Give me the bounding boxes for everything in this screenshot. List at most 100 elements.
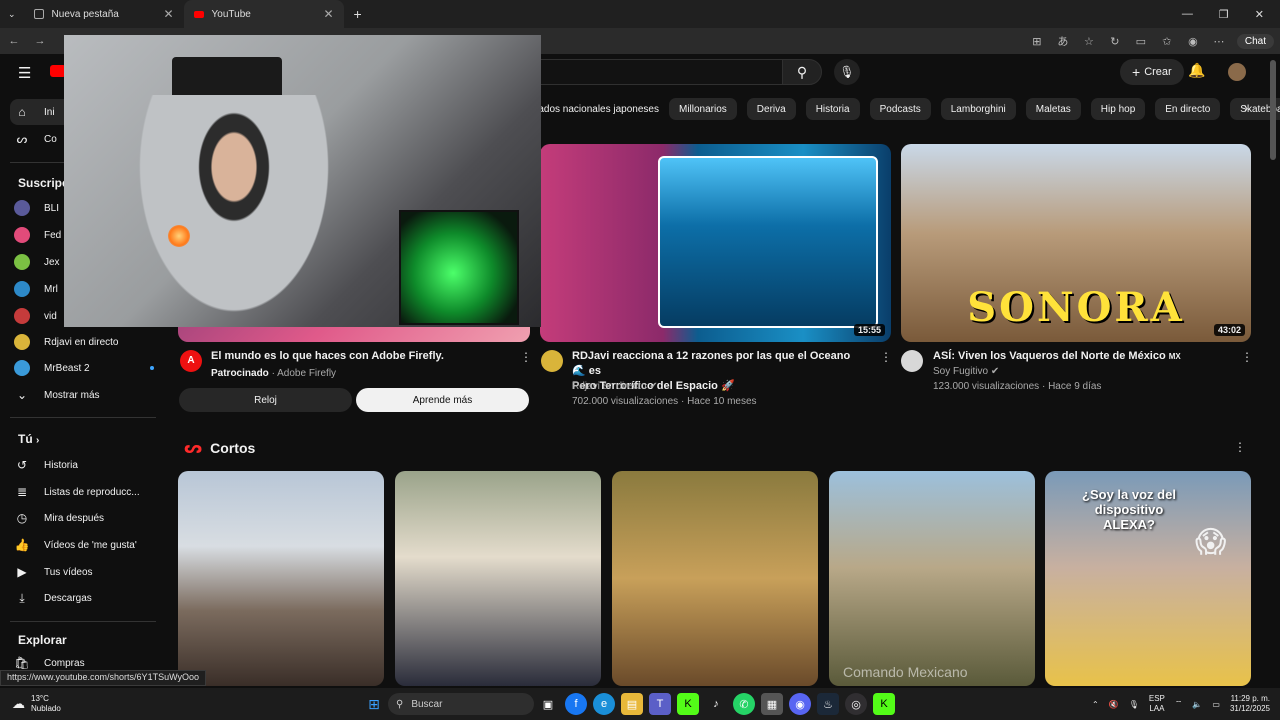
close-window-icon[interactable]: ✕ <box>1255 8 1264 21</box>
sidebar-item-your-videos[interactable]: ▶ Tus vídeos <box>14 559 154 585</box>
edge-icon[interactable]: e <box>593 693 615 715</box>
tiktok-icon[interactable]: ♪ <box>705 693 727 715</box>
taskbar: ☁ 13°C Nublado ⊞ ⚲ Buscar ▣ f e ▤ T K ♪ ✆ … <box>0 688 1280 720</box>
video-thumbnail[interactable]: SONORA 43:02 <box>901 144 1251 342</box>
tab-new-tab[interactable]: Nueva pestaña ✕ <box>24 0 184 28</box>
refresh-icon[interactable]: ↻ <box>1107 35 1123 48</box>
short-thumbnail[interactable] <box>178 471 384 686</box>
battery-icon[interactable]: ▭ <box>1212 700 1220 709</box>
teams-icon[interactable]: T <box>649 693 671 715</box>
more-options-icon[interactable]: ⋮ <box>880 350 892 364</box>
apps-icon[interactable]: ⊞ <box>1029 35 1045 48</box>
weather-widget[interactable]: ☁ 13°C Nublado <box>0 694 360 714</box>
facebook-icon[interactable]: f <box>565 693 587 715</box>
minimize-icon[interactable]: — <box>1182 8 1193 21</box>
adobe-icon: A <box>187 355 195 366</box>
video-title[interactable]: ASÍ: Viven los Vaqueros del Norte de Méx… <box>933 349 1233 364</box>
create-button[interactable]: + Crear <box>1120 59 1184 85</box>
page-scrollbar[interactable] <box>1270 60 1276 160</box>
chip[interactable]: Hip hop <box>1090 98 1146 120</box>
sidebar-item-watch-later[interactable]: ◷ Mira después <box>14 505 154 531</box>
language-indicator[interactable]: ESP LAA <box>1149 694 1165 714</box>
sidebar-item-liked[interactable]: 👍 Vídeos de 'me gusta' <box>14 532 154 558</box>
video-thumbnail[interactable]: 15:55 <box>540 144 891 342</box>
show-more-button[interactable]: ⌄ Mostrar más <box>14 382 154 408</box>
tab-list-button[interactable]: ⌄ <box>0 0 24 28</box>
steam-icon[interactable]: ♨ <box>817 693 839 715</box>
discord-icon[interactable]: ◉ <box>789 693 811 715</box>
taskbar-search[interactable]: ⚲ Buscar <box>388 693 534 715</box>
chip[interactable]: Deriva <box>746 98 796 120</box>
chip[interactable]: Lamborghini <box>940 98 1016 120</box>
chevron-up-icon[interactable]: ⌃ <box>1092 700 1099 709</box>
chip[interactable]: Maletas <box>1025 98 1081 120</box>
back-icon[interactable]: ← <box>6 35 22 47</box>
avatar[interactable] <box>1228 63 1246 81</box>
sidebar-sub-item[interactable]: MrBeast 2 <box>14 355 154 381</box>
new-tab-button[interactable]: + <box>344 0 372 28</box>
translate-icon[interactable]: あ <box>1055 33 1071 49</box>
sidebar-item-label: Tus vídeos <box>44 566 93 578</box>
more-options-icon[interactable]: ⋮ <box>520 350 532 364</box>
file-explorer-icon[interactable]: ▤ <box>621 693 643 715</box>
search-input[interactable] <box>540 59 782 85</box>
sidebar-item-label: Ini <box>44 106 55 118</box>
channel-avatar[interactable] <box>901 350 923 372</box>
chip[interactable]: Podcasts <box>869 98 931 120</box>
kick-icon[interactable]: K <box>677 693 699 715</box>
sidebar-item-playlists[interactable]: ≣ Listas de reproducc... <box>14 479 154 505</box>
chip[interactable]: Historia <box>805 98 860 120</box>
split-screen-icon[interactable]: ▭ <box>1133 35 1149 48</box>
learn-more-button[interactable]: Aprende más <box>356 388 529 412</box>
whatsapp-icon[interactable]: ✆ <box>733 693 755 715</box>
video-title[interactable]: El mundo es lo que haces con Adobe Firef… <box>211 349 511 364</box>
volume-icon[interactable]: 🔈 <box>1192 700 1202 709</box>
microphone-icon[interactable]: 🎙 <box>1129 700 1139 709</box>
chevron-right-icon[interactable]: › <box>1244 101 1248 115</box>
profile-icon[interactable]: ◉ <box>1185 35 1201 48</box>
calculator-icon[interactable]: ▦ <box>761 693 783 715</box>
short-thumbnail[interactable]: ¿Soy la voz del dispositivo ALEXA? 😱 <box>1045 471 1251 686</box>
channel-avatar[interactable] <box>541 350 563 372</box>
maximize-icon[interactable]: ❐ <box>1219 8 1229 21</box>
obs-icon[interactable]: ◎ <box>845 693 867 715</box>
voice-search-button[interactable]: 🎙 <box>834 59 860 85</box>
tab-youtube[interactable]: YouTube ✕ <box>183 0 344 28</box>
kick-app-icon[interactable]: K <box>873 693 895 715</box>
forward-icon[interactable]: → <box>32 35 48 47</box>
search-button[interactable]: ⚲ <box>782 59 822 85</box>
chip[interactable]: En directo <box>1155 98 1221 120</box>
video-channel[interactable]: Rdjavi en directo ✔ <box>572 379 658 394</box>
more-options-icon[interactable]: ⋮ <box>1234 440 1246 454</box>
sidebar-item-history[interactable]: ↺ Historia <box>14 452 154 478</box>
channel-avatar[interactable]: A <box>180 350 202 372</box>
windows-start-icon[interactable]: ⊞ <box>363 693 385 715</box>
mute-icon[interactable]: 🔇 <box>1109 700 1119 709</box>
playlist-icon: ≣ <box>16 485 28 499</box>
close-tab-icon[interactable]: ✕ <box>163 7 173 21</box>
sidebar-sub-item[interactable]: Rdjavi en directo <box>14 329 154 355</box>
wifi-icon[interactable]: ⌔ <box>1175 699 1183 709</box>
you-heading[interactable]: Tú › <box>18 432 39 446</box>
verified-icon: ✔ <box>990 366 1000 377</box>
video-channel[interactable]: Soy Fugitivo ✔ <box>933 364 999 379</box>
favorites-icon[interactable]: ✩ <box>1159 35 1175 48</box>
short-thumbnail[interactable] <box>612 471 818 686</box>
short-thumbnail[interactable]: Comando Mexicano <box>829 471 1035 686</box>
close-tab-icon[interactable]: ✕ <box>323 7 333 21</box>
watch-button[interactable]: Reloj <box>179 388 352 412</box>
task-view-icon[interactable]: ▣ <box>537 693 559 715</box>
menu-icon[interactable]: ☰ <box>18 64 31 82</box>
more-icon[interactable]: ⋯ <box>1211 35 1227 48</box>
clock[interactable]: 11:29 p. m. 31/12/2025 <box>1230 694 1270 714</box>
copilot-chat-button[interactable]: Chat <box>1236 33 1274 49</box>
chip[interactable]: rcados nacionales japoneses <box>530 98 659 120</box>
create-label: Crear <box>1144 66 1172 78</box>
more-options-icon[interactable]: ⋮ <box>1241 350 1253 364</box>
short-thumbnail[interactable] <box>395 471 601 686</box>
sidebar-item-downloads[interactable]: ⤓ Descargas <box>14 585 154 611</box>
chip[interactable]: Millonarios <box>668 98 737 120</box>
notifications-icon[interactable]: 🔔 <box>1188 62 1205 79</box>
favorite-star-icon[interactable]: ☆ <box>1081 35 1097 48</box>
page-icon <box>33 9 44 19</box>
